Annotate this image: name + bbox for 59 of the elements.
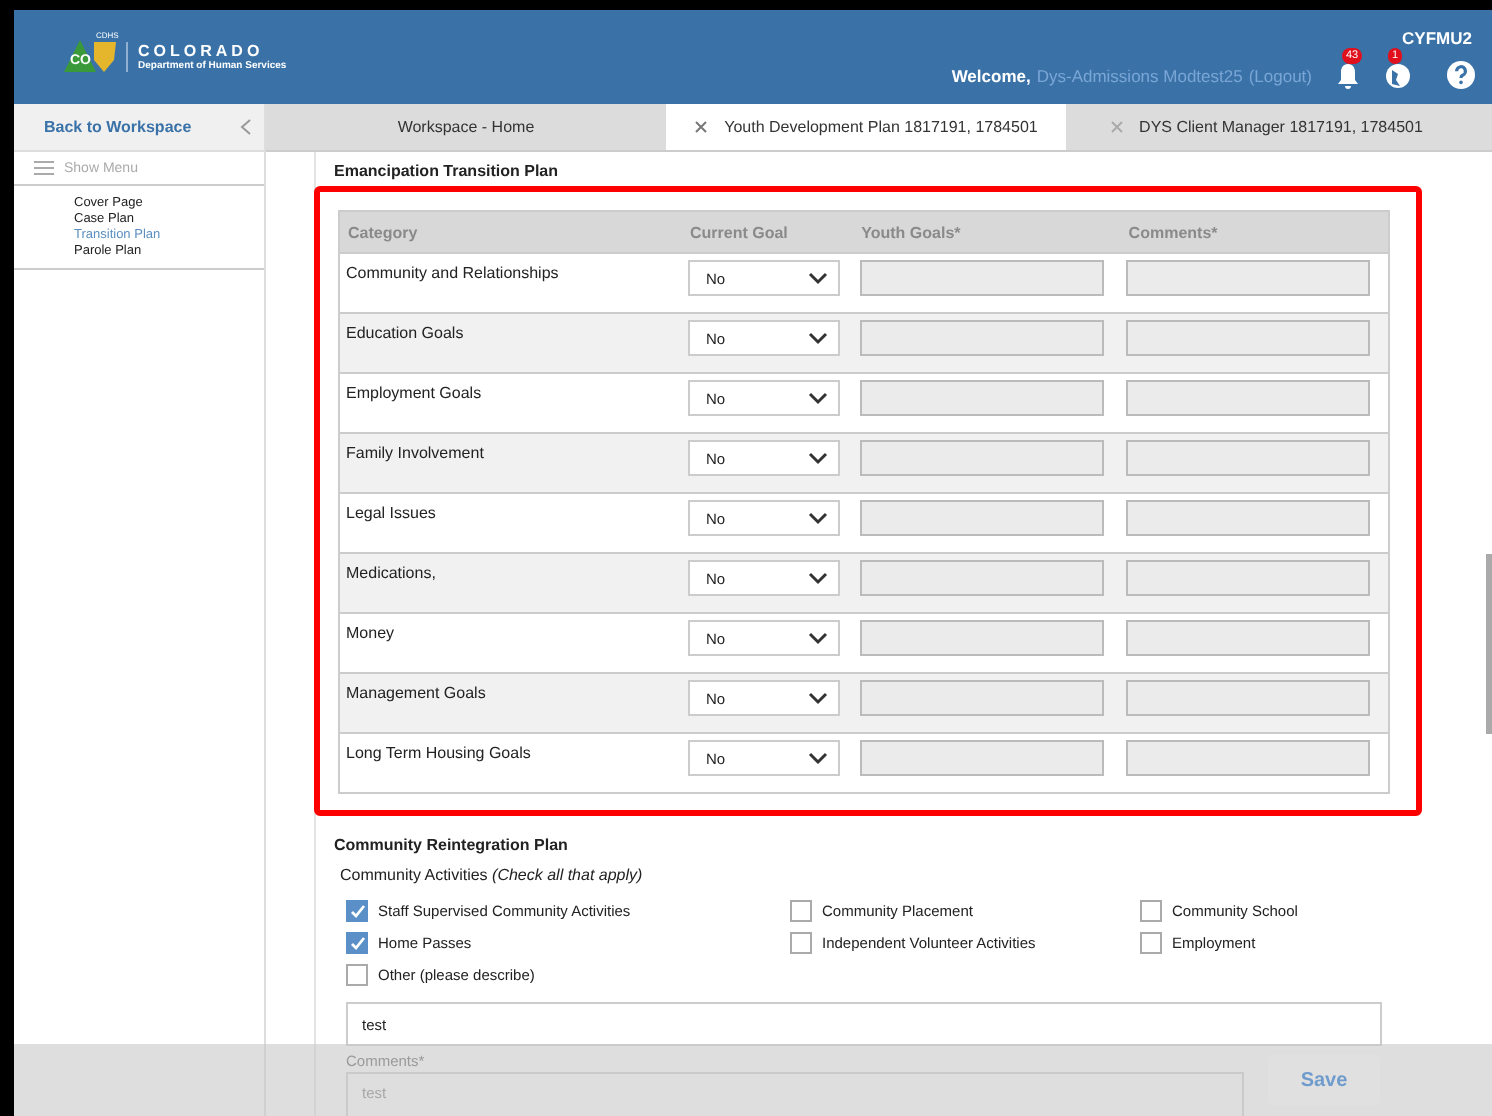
close-icon[interactable] — [694, 120, 709, 134]
category-cell: Family Involvement — [339, 433, 682, 493]
tab[interactable]: Workspace - Home — [266, 104, 666, 150]
youth-goals-field[interactable] — [859, 320, 1104, 356]
youth-goals-field[interactable] — [859, 680, 1104, 716]
chevron-down-icon[interactable] — [808, 271, 828, 285]
chevron-down-icon[interactable] — [808, 391, 828, 405]
column-header: Current Goal — [682, 211, 854, 253]
checkbox[interactable] — [1140, 932, 1162, 954]
user-name: Dys-Admissions Modtest25 — [1036, 65, 1243, 85]
chevron-down-icon[interactable] — [808, 511, 828, 525]
chevron-down-icon[interactable] — [808, 331, 828, 345]
category-cell: Medications, — [339, 553, 682, 613]
youth-goals-field[interactable] — [859, 440, 1104, 476]
bell-icon[interactable] — [1334, 61, 1362, 89]
youth-goals-field[interactable] — [859, 740, 1104, 776]
tab[interactable]: Youth Development Plan 1817191, 1784501 — [666, 104, 1066, 150]
menu-icon[interactable] — [34, 160, 54, 176]
category-cell: Long Term Housing Goals — [339, 733, 682, 793]
org-name: COLORADO — [138, 42, 266, 60]
section-title: Emancipation Transition Plan — [334, 162, 561, 180]
column-header: Category — [339, 211, 682, 253]
activities-label: Community Activities (Check all that apply) — [340, 866, 645, 884]
comments-field[interactable] — [1126, 560, 1371, 596]
comments-field[interactable] — [1126, 380, 1371, 416]
category-cell: Management Goals — [339, 673, 682, 733]
comments-field[interactable] — [1126, 740, 1371, 776]
chevron-down-icon[interactable] — [808, 631, 828, 645]
chevron-down-icon[interactable] — [808, 571, 828, 585]
youth-goals-field[interactable] — [859, 620, 1104, 656]
youth-goals-field[interactable] — [859, 380, 1104, 416]
checkbox[interactable] — [346, 900, 368, 922]
column-header: Comments* — [1120, 211, 1389, 253]
chevron-down-icon[interactable] — [808, 451, 828, 465]
youth-goals-field[interactable] — [859, 500, 1104, 536]
section-title: Community Reintegration Plan — [334, 836, 570, 854]
help-icon[interactable] — [1446, 60, 1476, 90]
comments-field[interactable] — [1126, 320, 1371, 356]
scrollbar[interactable] — [1486, 554, 1492, 734]
youth-goals-field[interactable] — [859, 260, 1104, 296]
collapse-icon[interactable] — [240, 118, 252, 136]
account-name: CYFMU2 — [1402, 28, 1472, 48]
chevron-down-icon[interactable] — [808, 751, 828, 765]
comments-field[interactable] — [1126, 620, 1371, 656]
category-cell: Education Goals — [339, 313, 682, 373]
chevron-down-icon[interactable] — [808, 691, 828, 705]
welcome-text: Welcome, — [951, 65, 1031, 85]
checkbox[interactable] — [1140, 900, 1162, 922]
comments-field[interactable] — [1126, 500, 1371, 536]
comments-field[interactable] — [1126, 680, 1371, 716]
checkbox[interactable] — [346, 932, 368, 954]
column-header: Youth Goals* — [853, 211, 1121, 253]
youth-goals-field[interactable] — [859, 560, 1104, 596]
comments-field[interactable] — [1126, 260, 1371, 296]
comments-field[interactable] — [1126, 440, 1371, 476]
tab[interactable]: DYS Client Manager 1817191, 1784501 — [1066, 104, 1466, 150]
checkbox[interactable] — [790, 900, 812, 922]
checkbox[interactable] — [790, 932, 812, 954]
checkbox[interactable] — [346, 964, 368, 986]
